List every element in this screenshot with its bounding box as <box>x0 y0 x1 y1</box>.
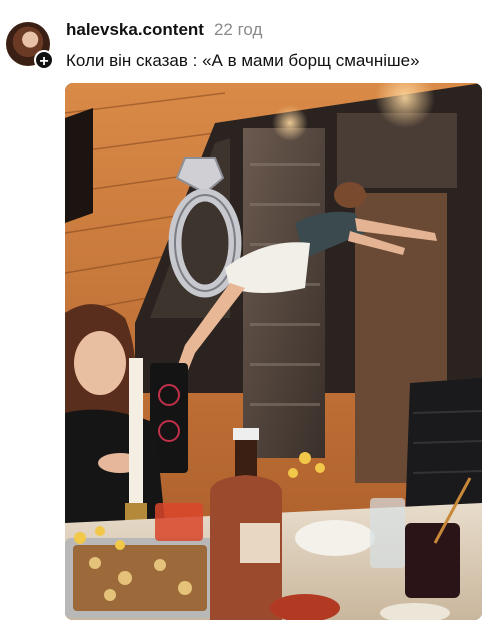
post-timestamp[interactable]: 22 год <box>214 20 262 40</box>
post-photo[interactable] <box>65 83 482 620</box>
post-header: halevska.content 22 год <box>66 20 262 42</box>
candle <box>129 358 143 508</box>
juice-glass <box>155 503 203 541</box>
post-caption: Коли він сказав : «А в мами борщ смачніш… <box>66 51 420 70</box>
author-username[interactable]: halevska.content <box>66 20 204 40</box>
photo-scene <box>65 83 482 620</box>
follow-plus-icon[interactable]: + <box>34 50 54 70</box>
author-avatar-container[interactable]: + <box>6 22 54 70</box>
glass-pane-mid <box>243 128 325 458</box>
water-glass <box>370 498 405 568</box>
plate <box>295 520 375 556</box>
chair <box>405 378 482 523</box>
left-window <box>65 108 93 223</box>
thread-post: + halevska.content 22 год Коли він сказа… <box>0 0 504 626</box>
ceiling-light-2 <box>272 105 308 141</box>
wine-glass <box>405 523 460 598</box>
